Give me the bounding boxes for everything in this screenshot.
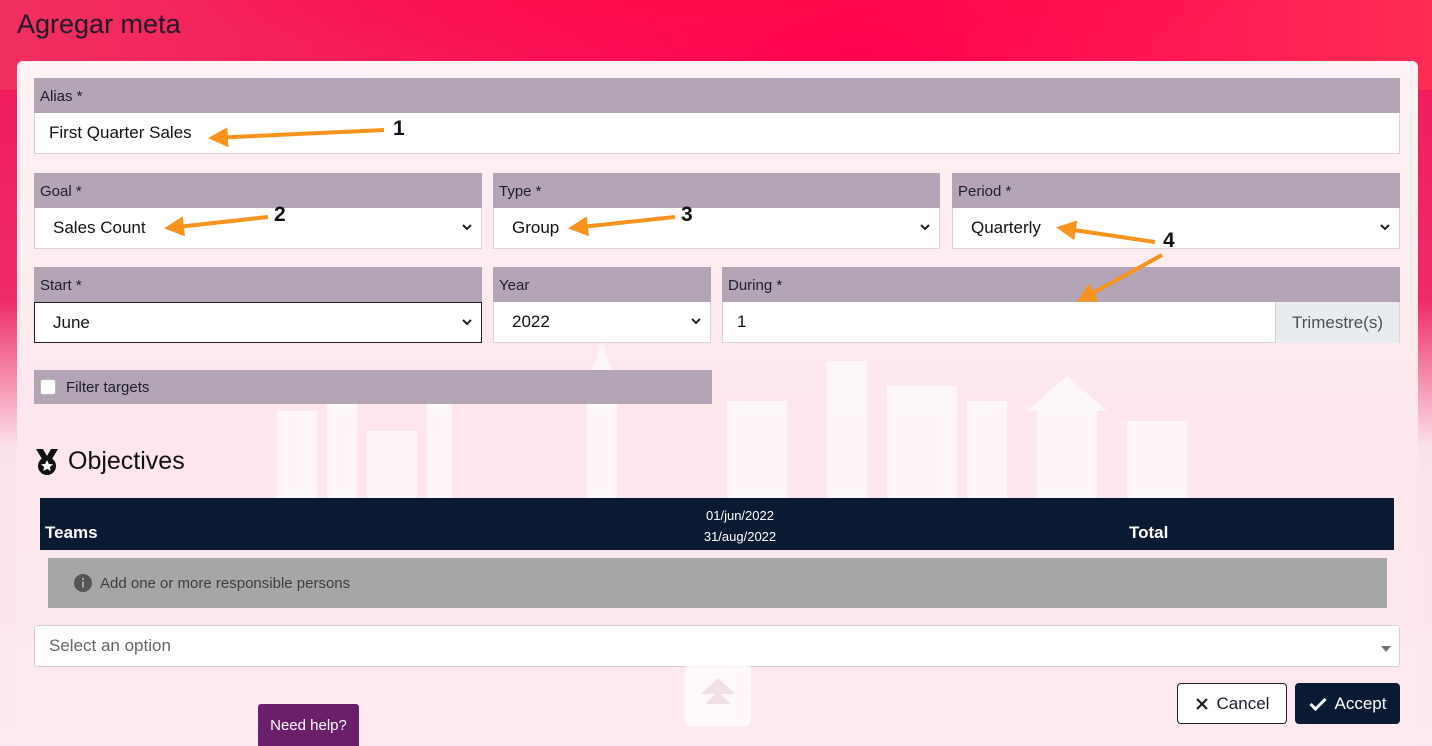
during-input[interactable]: 1 Trimestre(s) [722, 302, 1400, 343]
during-value: 1 [737, 312, 747, 331]
page-title: Agregar meta [17, 9, 181, 39]
during-label: During * [722, 267, 1400, 302]
chevron-down-icon [691, 318, 701, 325]
responsible-select[interactable]: Select an option [34, 625, 1400, 667]
date-end: 31/aug/2022 [703, 529, 777, 544]
period-label: Period * [952, 173, 1400, 208]
chevron-down-icon [462, 319, 472, 326]
info-message: Add one or more responsible persons [100, 574, 351, 592]
goal-select[interactable]: Sales Count [34, 208, 482, 249]
during-unit-addon: Trimestre(s) [1275, 302, 1399, 343]
type-value: Group [512, 218, 560, 237]
type-label: Type * [493, 173, 940, 208]
form-card: Alias * First Quarter Sales Goal * Sales… [17, 61, 1418, 746]
help-button[interactable]: Need help? [258, 704, 359, 746]
accept-label: Accept [1334, 693, 1387, 713]
x-icon [1195, 697, 1208, 710]
date-start: 01/jun/2022 [706, 508, 774, 523]
start-select[interactable]: June [34, 302, 482, 343]
annotation-number-1: 1 [393, 117, 405, 140]
caret-down-icon [1381, 646, 1391, 652]
objectives-table-header: Teams 01/jun/2022 31/aug/2022 Total [40, 498, 1394, 550]
column-teams: Teams [45, 523, 98, 542]
chevron-down-icon [1380, 224, 1390, 231]
goal-field: Goal * Sales Count [34, 173, 482, 249]
year-field: Year 2022 [493, 267, 711, 343]
column-total: Total [1129, 523, 1169, 542]
start-value: June [53, 312, 90, 332]
filter-targets-label: Filter targets [66, 378, 150, 396]
type-field: Type * Group [493, 173, 940, 249]
info-icon [74, 574, 92, 592]
column-date-range: 01/jun/2022 31/aug/2022 [640, 505, 840, 547]
skyline-decoration [277, 341, 1187, 501]
cancel-label: Cancel [1216, 693, 1270, 713]
alias-field: Alias * First Quarter Sales [34, 78, 1400, 154]
alias-input[interactable]: First Quarter Sales [34, 113, 1400, 154]
arrow-up-icon [701, 678, 735, 704]
cancel-button[interactable]: Cancel [1177, 683, 1287, 724]
start-field: Start * June [34, 267, 482, 343]
during-field: During * 1 Trimestre(s) [722, 267, 1400, 343]
period-select[interactable]: Quarterly [952, 208, 1400, 249]
period-value: Quarterly [971, 218, 1041, 237]
year-value: 2022 [512, 312, 550, 331]
chevron-down-icon [920, 224, 930, 231]
year-label: Year [493, 267, 711, 302]
chevron-down-icon [462, 224, 472, 231]
objectives-heading: Objectives [34, 447, 185, 476]
goal-label: Goal * [34, 173, 482, 208]
goal-value: Sales Count [53, 218, 146, 237]
filter-targets-checkbox[interactable] [40, 379, 56, 395]
medal-icon [36, 448, 58, 475]
filter-targets-row: Filter targets [34, 370, 712, 404]
accept-button[interactable]: Accept [1295, 683, 1400, 724]
annotation-number-2: 2 [274, 203, 286, 226]
start-label: Start * [34, 267, 482, 302]
period-field: Period * Quarterly [952, 173, 1400, 249]
objectives-title: Objectives [68, 447, 185, 475]
check-icon [1308, 697, 1327, 711]
year-select[interactable]: 2022 [493, 302, 711, 343]
alias-value: First Quarter Sales [49, 123, 192, 142]
scroll-top-button[interactable] [685, 664, 751, 726]
annotation-number-4: 4 [1163, 229, 1175, 252]
type-select[interactable]: Group [493, 208, 940, 249]
info-message-row: Add one or more responsible persons [48, 558, 1387, 608]
alias-label: Alias * [34, 78, 1400, 113]
annotation-number-3: 3 [681, 203, 693, 226]
responsible-select-placeholder: Select an option [49, 636, 171, 655]
